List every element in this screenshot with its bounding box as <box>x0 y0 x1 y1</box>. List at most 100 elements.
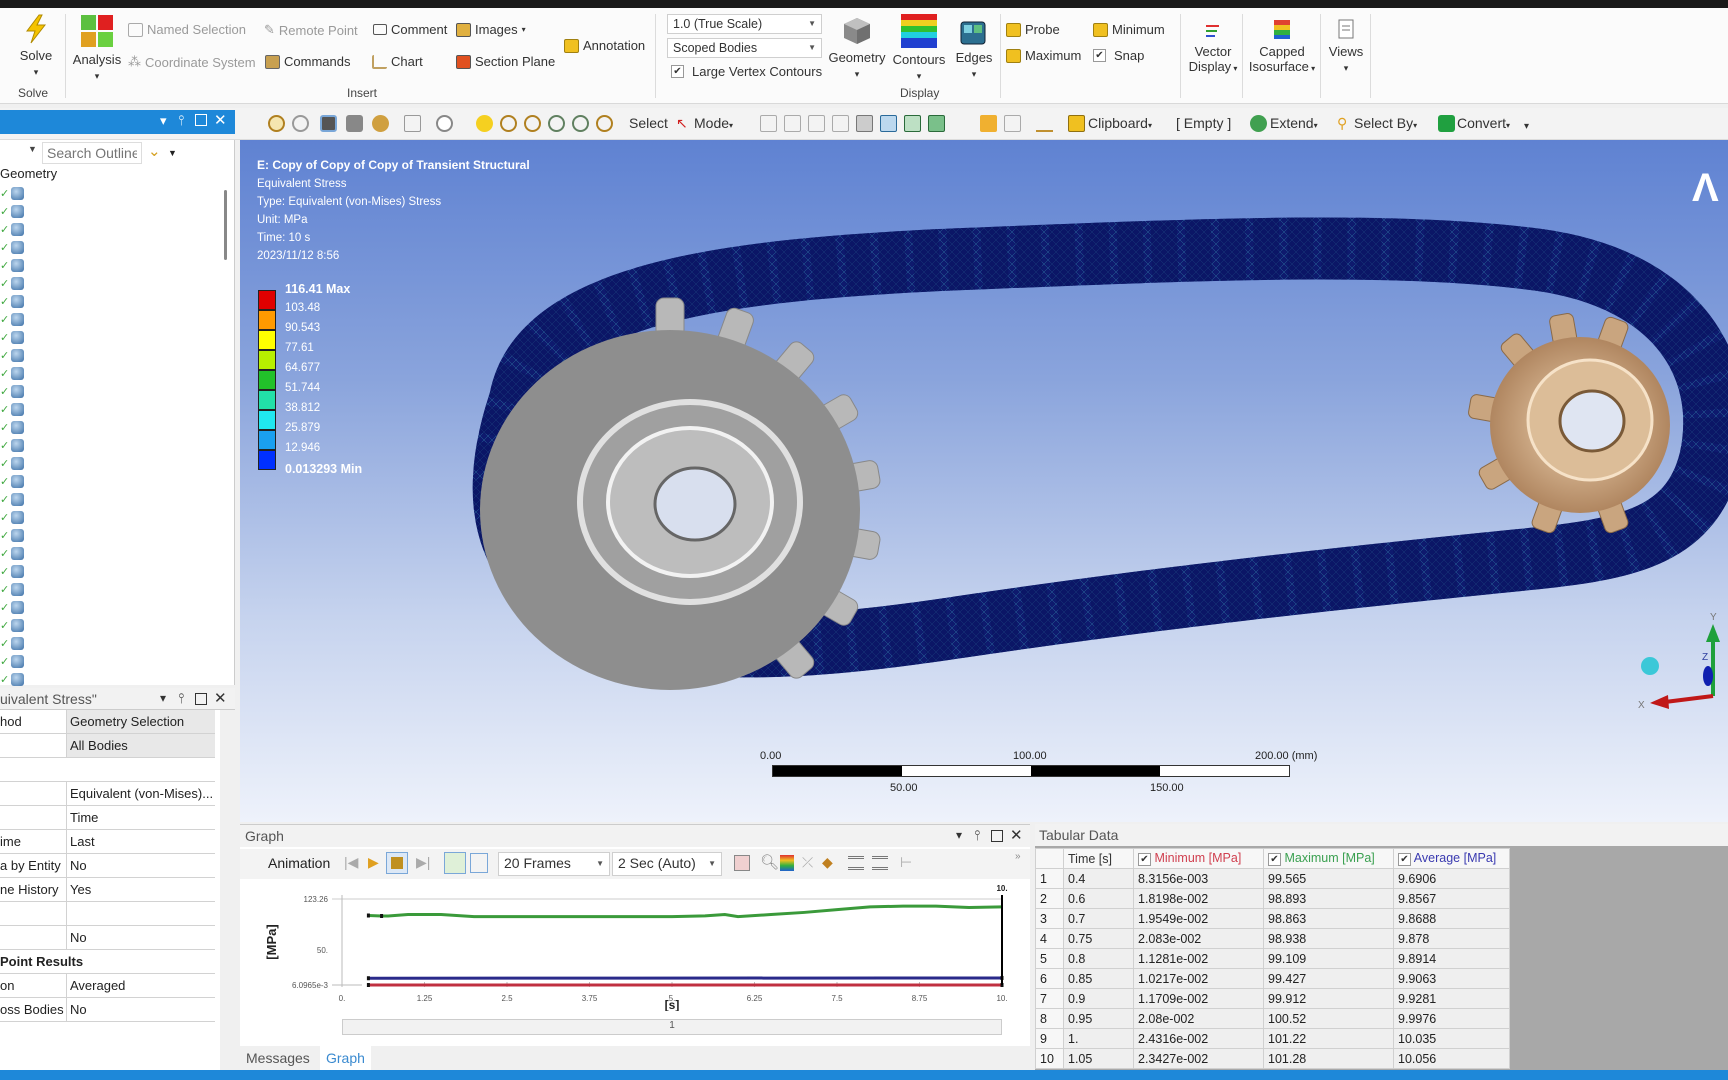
hide-icon[interactable] <box>404 115 421 132</box>
legend-toggle-icon[interactable] <box>780 855 794 871</box>
tree-item-body[interactable]: ✓ <box>0 436 25 454</box>
tree-item-body[interactable]: ✓ <box>0 292 25 310</box>
table-row[interactable]: 1 0.4 8.3156e-003 99.565 9.6906 <box>1035 868 1510 889</box>
geometry-display-button[interactable]: Geometry ▾ <box>827 16 887 82</box>
ruler-icon[interactable] <box>956 115 973 132</box>
details-row[interactable]: on Averaged <box>0 974 215 998</box>
tree-item-body[interactable]: ✓ <box>0 544 25 562</box>
edges-button[interactable]: Edges ▾ <box>952 16 996 82</box>
tree-item-body[interactable]: ✓ <box>0 616 25 634</box>
column-visibility-checkbox[interactable]: ✔ <box>1268 853 1281 866</box>
tree-item-body[interactable]: ✓ <box>0 526 25 544</box>
solve-button[interactable]: Solve ▾ <box>16 14 56 80</box>
property-value[interactable]: Last <box>66 830 215 853</box>
zoom-in-icon[interactable] <box>268 115 285 132</box>
pin-icon[interactable]: ⫯ <box>974 827 980 844</box>
tree-item-body[interactable]: ✓ <box>0 364 25 382</box>
convert-dropdown[interactable]: Convert▾ <box>1457 115 1510 131</box>
column-header[interactable]: Time [s] <box>1063 848 1134 869</box>
tree-item-body[interactable]: ✓ <box>0 472 25 490</box>
graphics-viewport[interactable]: E: Copy of Copy of Copy of Transient Str… <box>240 140 1728 822</box>
column-visibility-checkbox[interactable]: ✔ <box>1138 853 1151 866</box>
details-row[interactable]: Equivalent (von-Mises)... <box>0 782 215 806</box>
zoom-out-icon[interactable] <box>292 115 309 132</box>
close-icon[interactable]: ✕ <box>214 689 227 707</box>
previous-frame-icon[interactable]: |◀ <box>344 854 358 871</box>
property-value[interactable]: Yes <box>66 878 215 901</box>
details-row[interactable]: Time <box>0 806 215 830</box>
panel-menu-icon[interactable]: ▾ <box>160 113 167 129</box>
tree-item-body[interactable]: ✓ <box>0 382 25 400</box>
play-icon[interactable]: ▶ <box>368 854 379 871</box>
property-value[interactable]: Time <box>66 806 215 829</box>
annotation-button[interactable]: Annotation <box>564 38 645 53</box>
details-row[interactable]: No <box>0 926 215 950</box>
tree-item-body[interactable]: ✓ <box>0 256 25 274</box>
tree-item-body[interactable]: ✓ <box>0 274 25 292</box>
face-filter-icon[interactable] <box>832 115 849 132</box>
details-row[interactable]: hod Geometry Selection <box>0 710 215 734</box>
tree-item-body[interactable]: ✓ <box>0 652 25 670</box>
details-row[interactable]: oss Bodies No <box>0 998 215 1022</box>
pin-icon[interactable]: ⫯ <box>178 112 184 129</box>
mode-dropdown[interactable]: Mode▾ <box>694 115 733 131</box>
result-sets-icon[interactable] <box>470 853 488 873</box>
large-vertex-contours-checkbox[interactable]: ✔ Large Vertex Contours <box>671 64 822 79</box>
frames-select[interactable]: 20 Frames ▼ <box>498 852 610 876</box>
tree-item-body[interactable]: ✓ <box>0 598 25 616</box>
named-selection-button[interactable]: Named Selection <box>128 22 246 37</box>
body-filter-icon[interactable] <box>856 115 873 132</box>
table-row[interactable]: 3 0.7 1.9549e-002 98.863 9.8688 <box>1035 908 1510 929</box>
coordinate-system-button[interactable]: ⁂ Coordinate System <box>128 54 256 70</box>
outline-scrollbar[interactable] <box>224 190 227 260</box>
details-row[interactable]: All Bodies <box>0 734 215 758</box>
property-value[interactable]: No <box>66 998 215 1021</box>
element-face-filter-icon[interactable] <box>904 115 921 132</box>
scope-select[interactable]: Scoped Bodies ▼ <box>667 38 822 58</box>
tab-graph[interactable]: Graph <box>320 1046 371 1070</box>
panel-menu-icon[interactable]: ▾ <box>160 691 166 705</box>
maximize-icon[interactable] <box>195 114 207 126</box>
tree-item-body[interactable]: ✓ <box>0 346 25 364</box>
edge-filter-icon[interactable] <box>808 115 825 132</box>
analysis-button[interactable]: Analysis ▾ <box>72 14 122 84</box>
minimum-button[interactable]: Minimum <box>1093 22 1165 37</box>
chart-options-icon[interactable]: ⊢ <box>900 854 912 871</box>
table-row[interactable]: 5 0.8 1.1281e-002 99.109 9.8914 <box>1035 948 1510 969</box>
options-dropdown-icon[interactable]: ▼ <box>168 148 177 158</box>
time-history-chart[interactable]: 6.0965e-350.123.260. 1.25 2.5 3.75 5. 6.25 7.5… <box>240 881 1030 1011</box>
triad-iso-ball[interactable] <box>1641 657 1659 675</box>
zoom-fit-icon[interactable] <box>524 115 541 132</box>
tree-item-body[interactable]: ✓ <box>0 328 25 346</box>
table-row[interactable]: 9 1. 2.4316e-002 101.22 10.035 <box>1035 1028 1510 1049</box>
shaded-display-icon[interactable] <box>320 115 337 132</box>
tree-item-body[interactable]: ✓ <box>0 634 25 652</box>
table-row[interactable]: 2 0.6 1.8198e-002 98.893 9.8567 <box>1035 888 1510 909</box>
property-value[interactable]: No <box>66 854 215 877</box>
table-icon[interactable] <box>872 856 888 870</box>
tree-item-body[interactable]: ✓ <box>0 454 25 472</box>
scale-select[interactable]: 1.0 (True Scale) ▼ <box>667 14 822 34</box>
tree-item-body[interactable]: ✓ <box>0 310 25 328</box>
property-value[interactable]: Equivalent (von-Mises)... <box>66 782 215 805</box>
images-button[interactable]: Images ▾ <box>456 22 526 37</box>
tree-item-body[interactable]: ✓ <box>0 490 25 508</box>
axis-triad[interactable]: Y Z X <box>1620 610 1728 720</box>
table-row[interactable]: 6 0.85 1.0217e-002 99.427 9.9063 <box>1035 968 1510 989</box>
select-filter-icon[interactable] <box>760 115 777 132</box>
toolbar-overflow-icon[interactable]: ▾ <box>1524 121 1529 132</box>
commands-button[interactable]: Commands <box>265 54 350 69</box>
time-scrubber[interactable]: 1 <box>342 1019 1002 1035</box>
search-outline-input[interactable] <box>42 142 142 164</box>
zoom-selection-icon[interactable] <box>548 115 565 132</box>
table-row[interactable]: 7 0.9 1.1709e-002 99.912 9.9281 <box>1035 988 1510 1009</box>
close-icon[interactable]: ✕ <box>1010 826 1023 844</box>
next-frame-icon[interactable]: ▶| <box>416 854 430 871</box>
zoom-box-icon[interactable] <box>500 115 517 132</box>
duration-select[interactable]: 2 Sec (Auto) ▼ <box>612 852 722 876</box>
tree-item-body[interactable]: ✓ <box>0 400 25 418</box>
property-value[interactable]: No <box>66 926 215 949</box>
tree-item-geometry[interactable]: Geometry <box>0 164 57 182</box>
grid-icon[interactable] <box>848 856 864 870</box>
column-visibility-checkbox[interactable]: ✔ <box>1398 853 1411 866</box>
